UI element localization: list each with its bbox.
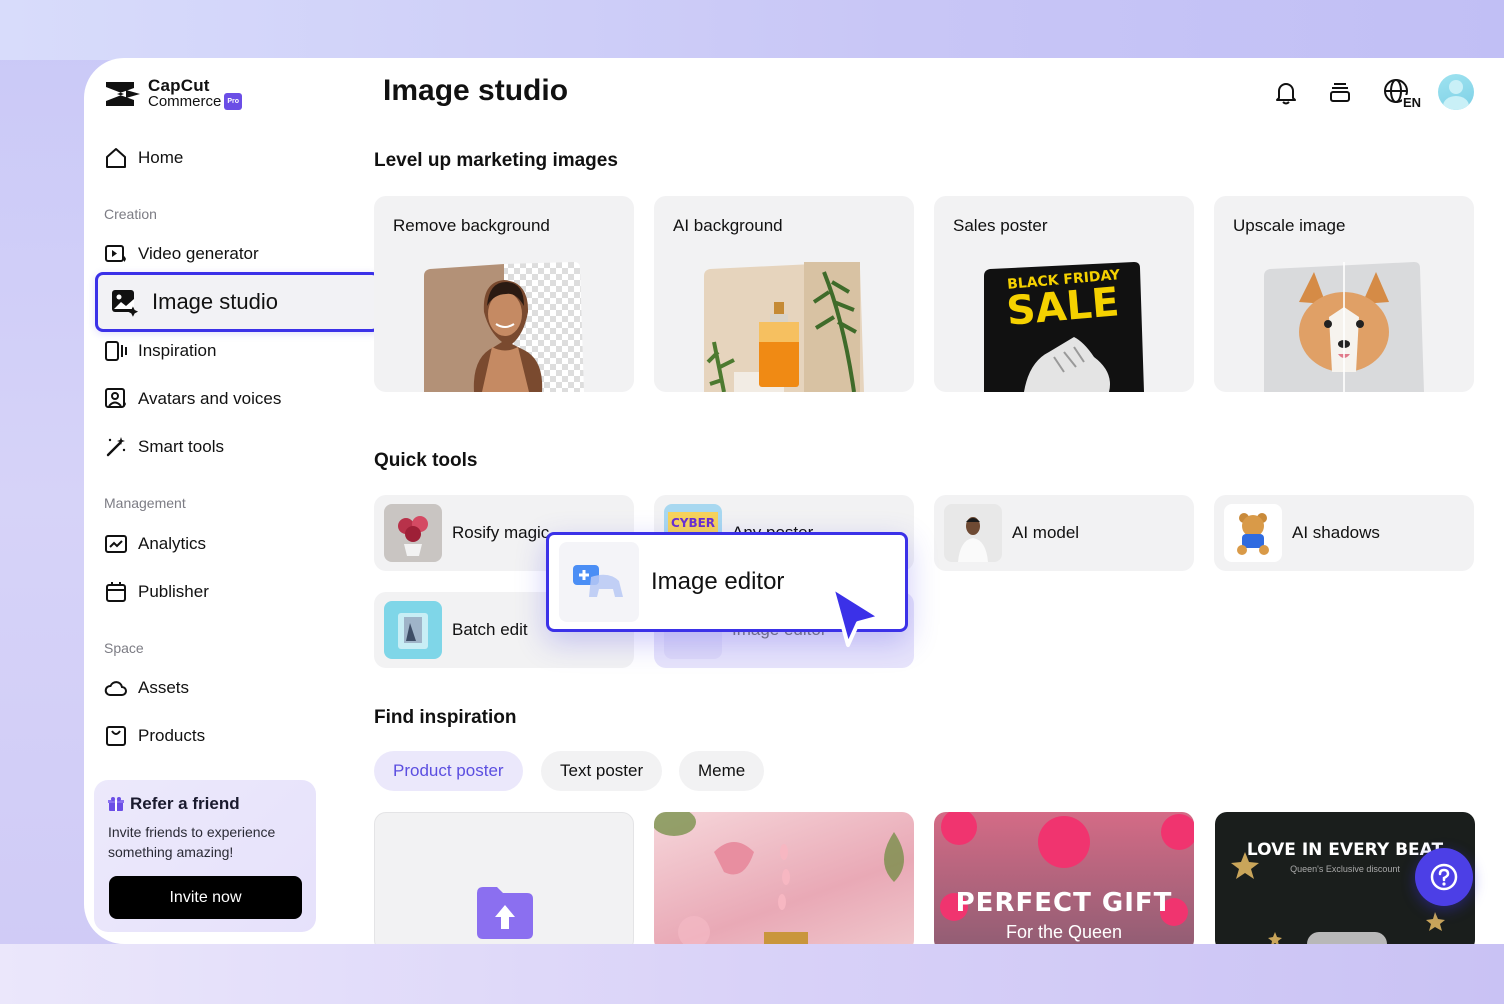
home-icon (106, 148, 126, 168)
feature-card-sales-poster[interactable]: Sales poster BLACK FRIDAY SALE (934, 196, 1194, 392)
sidebar-item-assets[interactable]: Assets (104, 673, 189, 703)
section-title-find-inspiration: Find inspiration (374, 707, 517, 728)
feature-card-remove-background[interactable]: Remove background (374, 196, 634, 392)
sidebar-item-label: Products (138, 726, 206, 745)
calendar-icon (106, 582, 126, 602)
perfume-bottle-image (704, 262, 864, 392)
notification-bell-icon[interactable] (1270, 76, 1302, 108)
capcut-logo[interactable]: CapCut Commerce Pro (104, 76, 243, 110)
feature-card-label: Remove background (393, 216, 550, 235)
quick-tool-label: Batch edit (452, 620, 528, 639)
sale-poster-line2: SALE (1005, 279, 1121, 335)
sidebar-item-label: Analytics (138, 534, 207, 553)
section-label-creation: Creation (104, 206, 157, 222)
sidebar-item-label: Inspiration (138, 341, 217, 360)
section-label-space: Space (104, 640, 144, 656)
sidebar-item-label: Image studio (152, 289, 278, 314)
tab-product-poster[interactable]: Product poster (374, 751, 523, 791)
upload-folder-icon (477, 887, 533, 939)
language-label: EN (1401, 95, 1422, 110)
rosify-thumb (384, 504, 442, 562)
brand-sub: Commerce (148, 93, 222, 110)
sidebar-item-label: Avatars and voices (138, 389, 282, 408)
sidebar-item-label: Home (138, 148, 184, 167)
feature-card-upscale-image[interactable]: Upscale image (1214, 196, 1474, 392)
gift-icon (108, 797, 124, 811)
help-button[interactable] (1415, 848, 1473, 906)
tab-text-poster[interactable]: Text poster (541, 751, 663, 791)
refer-a-friend-card: Refer a friend Invite friends to experie… (94, 780, 316, 932)
sidebar-item-avatars-voices[interactable]: Avatars and voices (104, 384, 281, 414)
sidebar-item-label: Video generator (138, 244, 259, 263)
cyber-thumb-text: CYBER (671, 516, 715, 530)
capcut-logo-icon (106, 82, 140, 106)
sidebar-item-inspiration[interactable]: Inspiration (104, 336, 216, 366)
batch-edit-thumb (384, 601, 442, 659)
magic-wand-icon (106, 437, 126, 457)
quick-tool-ai-model[interactable]: AI model (934, 495, 1194, 571)
brand-name: CapCut (148, 76, 210, 95)
sidebar-item-video-generator[interactable]: Video generator (104, 239, 259, 269)
feature-card-ai-background[interactable]: AI background (654, 196, 914, 392)
product-icon (106, 726, 126, 746)
inspiration-card-perfect-gift[interactable]: PERFECT GIFT For the Queen (934, 812, 1194, 944)
background-top (0, 0, 1504, 60)
question-mark-icon (1430, 863, 1458, 891)
sidebar-item-label: Smart tools (138, 437, 224, 456)
user-avatar[interactable] (1438, 74, 1474, 110)
upload-card[interactable] (374, 812, 634, 944)
tab-meme[interactable]: Meme (679, 751, 765, 791)
ai-shadows-thumb (1224, 504, 1282, 562)
invite-now-button[interactable]: Invite now (109, 876, 302, 919)
feature-card-label: Upscale image (1233, 216, 1346, 235)
avatar-icon (105, 388, 126, 408)
quick-tool-label: Rosify magic (452, 523, 550, 542)
app-window: CapCut Commerce Pro Home Creation Video g… (84, 58, 1504, 944)
section-title-quick-tools: Quick tools (374, 450, 478, 471)
corgi-dog-image (1264, 262, 1424, 392)
sidebar-item-label: Publisher (138, 582, 209, 601)
language-globe-icon[interactable]: EN (1378, 76, 1422, 110)
video-generator-icon (105, 245, 126, 262)
ai-model-thumb (944, 504, 1002, 562)
quick-tool-ai-shadows[interactable]: AI shadows (1214, 495, 1474, 571)
sidebar-item-image-studio[interactable]: Image studio (95, 272, 380, 332)
sidebar-item-publisher[interactable]: Publisher (104, 577, 209, 607)
image-studio-icon (112, 290, 139, 317)
sidebar-item-smart-tools[interactable]: Smart tools (104, 432, 224, 462)
page-title: Image studio (383, 74, 569, 107)
quick-tool-label: AI model (1012, 523, 1080, 542)
analytics-icon (105, 535, 127, 553)
sneaker-sale-poster-image: BLACK FRIDAY SALE (984, 262, 1144, 392)
sidebar-item-home[interactable]: Home (104, 143, 183, 173)
feature-card-label: Sales poster (953, 216, 1048, 235)
section-label-management: Management (104, 495, 186, 511)
section-title-level-up: Level up marketing images (374, 150, 618, 171)
woman-portrait-image (424, 262, 584, 392)
inspiration-card-petals[interactable] (654, 812, 914, 944)
header-toolbar: EN (1270, 74, 1474, 110)
refer-title: Refer a friend (130, 794, 240, 813)
quick-tool-label: AI shadows (1292, 523, 1380, 542)
background-bottom (0, 944, 1504, 1004)
popup-label: Image editor (651, 568, 785, 595)
image-editor-icon (559, 542, 639, 622)
refer-description: Invite friends to experience something a… (108, 824, 276, 860)
feature-card-label: AI background (673, 216, 783, 235)
cloud-icon (104, 681, 127, 696)
petals-image (654, 812, 904, 944)
gift-poster-title: PERFECT GIFT (955, 888, 1173, 918)
gift-poster-subtitle: For the Queen (1005, 922, 1123, 942)
sidebar-item-products[interactable]: Products (104, 721, 205, 751)
pro-badge: Pro (224, 93, 243, 110)
mouse-cursor-icon (830, 585, 882, 647)
sidebar-item-analytics[interactable]: Analytics (104, 529, 206, 559)
stack-icon[interactable] (1324, 76, 1356, 108)
sidebar-item-label: Assets (138, 678, 190, 697)
inspiration-icon (105, 341, 127, 361)
